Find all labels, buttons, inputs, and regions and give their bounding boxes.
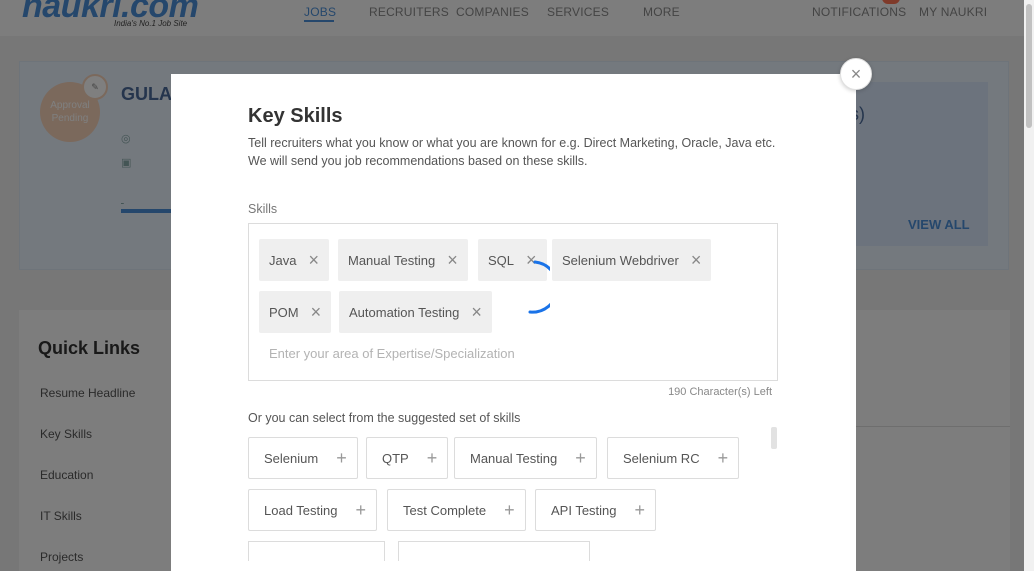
skill-chip-label: Selenium Webdriver: [562, 252, 679, 268]
key-skills-modal: Key Skills Tell recruiters what you know…: [171, 74, 856, 571]
suggested-skill-partial[interactable]: [398, 541, 590, 561]
loading-spinner-icon: [528, 260, 550, 314]
skills-search-input[interactable]: [269, 346, 749, 361]
skill-chip-manual-testing[interactable]: Manual Testing ×: [338, 239, 468, 281]
suggested-skill-label: Manual Testing: [470, 450, 558, 466]
skill-chip-automation-testing[interactable]: Automation Testing ×: [339, 291, 492, 333]
modal-title: Key Skills: [248, 105, 343, 127]
plus-icon: +: [504, 500, 515, 520]
suggested-skill-label: Test Complete: [403, 502, 487, 518]
plus-icon: +: [355, 500, 367, 520]
plus-icon: +: [634, 500, 646, 520]
skill-chip-label: Java: [269, 252, 297, 268]
suggested-skill-selenium-rc[interactable]: Selenium RC +: [607, 437, 740, 479]
close-icon[interactable]: ×: [308, 251, 319, 269]
plus-icon: +: [426, 448, 438, 468]
skill-chip-java[interactable]: Java ×: [259, 239, 329, 281]
suggested-skill-test-complete[interactable]: Test Complete +: [387, 489, 526, 531]
modal-scrollbar-thumb[interactable]: [771, 427, 777, 449]
suggested-skill-label: QTP: [382, 450, 409, 466]
modal-description: Tell recruiters what you know or what yo…: [248, 136, 776, 168]
suggested-skill-partial[interactable]: [248, 541, 385, 561]
skill-chip-pom[interactable]: POM ×: [259, 291, 332, 333]
suggested-skill-label: Selenium RC: [623, 450, 700, 466]
plus-icon: +: [717, 448, 729, 468]
suggested-skill-manual-testing[interactable]: Manual Testing +: [454, 437, 597, 479]
skill-chip-label: POM: [269, 304, 299, 320]
skill-chip-label: Manual Testing: [348, 252, 436, 268]
skills-label: Skills: [248, 202, 278, 216]
suggested-skill-qtp[interactable]: QTP +: [366, 437, 449, 479]
close-icon[interactable]: ×: [840, 58, 872, 90]
close-icon[interactable]: ×: [447, 251, 458, 269]
close-icon[interactable]: ×: [691, 251, 702, 269]
close-icon[interactable]: ×: [471, 303, 482, 321]
characters-left: 190 Character(s) Left: [668, 386, 772, 398]
suggested-skill-api-testing[interactable]: API Testing +: [535, 489, 657, 531]
suggested-skills-label: Or you can select from the suggested set…: [248, 411, 521, 425]
page-scrollbar-thumb[interactable]: [1026, 4, 1032, 128]
plus-icon: +: [575, 448, 586, 468]
suggested-skill-load-testing[interactable]: Load Testing +: [248, 489, 378, 531]
suggested-skill-label: Selenium: [264, 450, 319, 466]
suggested-skill-label: Load Testing: [264, 502, 338, 518]
skill-chip-selenium-webdriver[interactable]: Selenium Webdriver ×: [552, 239, 712, 281]
suggested-skill-label: API Testing: [551, 502, 617, 518]
plus-icon: +: [336, 448, 347, 468]
suggested-skill-selenium[interactable]: Selenium +: [248, 437, 358, 479]
skill-chip-label: Automation Testing: [349, 304, 460, 320]
close-icon[interactable]: ×: [311, 303, 322, 321]
